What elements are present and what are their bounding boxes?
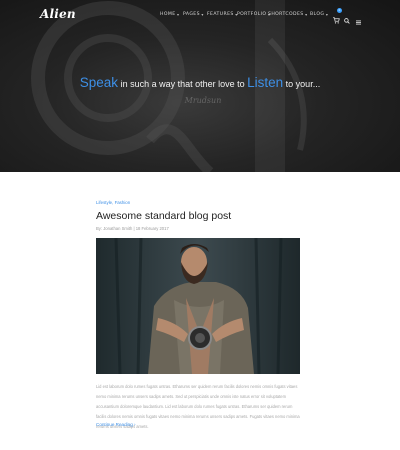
search-button[interactable] (344, 11, 351, 24)
nav-item-shortcodes[interactable]: SHORTCODES ▾ (268, 12, 310, 17)
category-link-lifestyle[interactable]: Lifestyle (96, 200, 112, 205)
cart-icon (333, 17, 340, 24)
chevron-down-icon: ▾ (305, 12, 308, 17)
hero-banner: Alien HOME ▾ PAGES ▾ FEATURES ▾ PORTFOLIO ▾ … (0, 0, 400, 172)
search-icon (344, 18, 350, 24)
site-logo[interactable]: Alien (40, 7, 76, 21)
nav-item-pages[interactable]: PAGES ▾ (183, 12, 207, 17)
cart-count-badge: 0 (337, 8, 342, 13)
nav-item-features[interactable]: FEATURES ▾ (207, 12, 237, 17)
quote-text-end: to your... (283, 79, 321, 89)
post-meta: By: Jonathan Smith | 18 February 2017 (96, 226, 169, 231)
nav-item-label: SHORTCODES (268, 12, 304, 17)
hero-quote: Speak in such a way that other love to L… (0, 74, 400, 92)
nav-item-label: HOME (160, 12, 176, 17)
quote-text: in such a way that other love to (118, 79, 248, 89)
blog-post: Lifestyle, Fashion Awesome standard blog… (96, 200, 302, 429)
post-categories: Lifestyle, Fashion (96, 200, 302, 205)
nav-item-label: BLOG (310, 12, 325, 17)
cart-button[interactable]: 0 (333, 8, 342, 24)
quote-signature: Mrudsun (184, 96, 222, 105)
nav-item-label: PAGES (183, 12, 200, 17)
top-navbar: Alien HOME ▾ PAGES ▾ FEATURES ▾ PORTFOLIO ▾ … (0, 0, 400, 32)
menu-toggle-button[interactable] (356, 12, 362, 25)
chevron-down-icon: ▾ (201, 12, 204, 17)
hamburger-icon (356, 20, 361, 25)
nav-item-home[interactable]: HOME ▾ (160, 12, 183, 17)
chevron-down-icon: ▾ (177, 12, 180, 17)
post-featured-image[interactable] (96, 238, 300, 374)
nav-item-label: PORTFOLIO (237, 12, 267, 17)
quote-highlight-speak: Speak (79, 75, 119, 90)
nav-item-label: FEATURES (207, 12, 234, 17)
quote-highlight-listen: Listen (247, 75, 284, 90)
post-title[interactable]: Awesome standard blog post (96, 210, 302, 222)
main-menu: HOME ▾ PAGES ▾ FEATURES ▾ PORTFOLIO ▾ SHORTC… (160, 12, 330, 17)
continue-reading-link[interactable]: Continue Reading › (96, 422, 136, 427)
nav-item-blog[interactable]: BLOG ▾ (310, 12, 330, 17)
nav-item-portfolio[interactable]: PORTFOLIO ▾ (237, 12, 270, 17)
chevron-down-icon: ▾ (325, 12, 329, 17)
bearded-man-photo (96, 238, 300, 374)
category-link-fashion[interactable]: Fashion (115, 200, 131, 205)
